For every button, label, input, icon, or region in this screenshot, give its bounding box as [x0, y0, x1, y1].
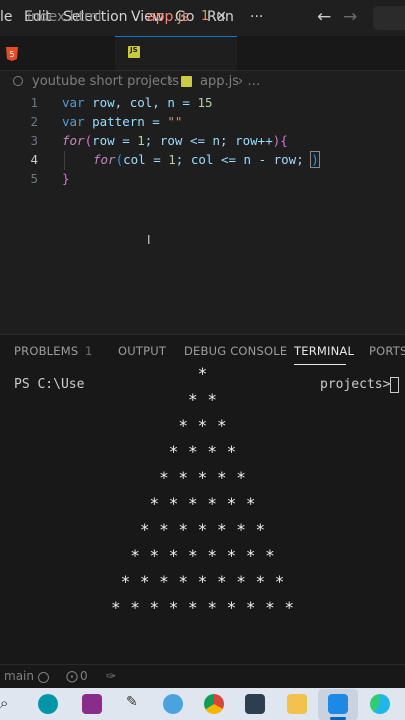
code-line-5: } — [62, 171, 70, 186]
line-number: 2 — [30, 114, 38, 129]
line-number: 5 — [30, 171, 38, 186]
remote-icon: ✑ — [106, 669, 117, 683]
chrome-icon[interactable] — [204, 694, 224, 714]
html5-icon: 5 — [6, 46, 18, 61]
copilot-icon — [13, 76, 23, 86]
pen-icon[interactable]: ✎ — [126, 694, 138, 710]
pattern-row: * * * * * * — [149, 494, 256, 513]
tab-terminal[interactable]: TERMINAL — [294, 344, 354, 358]
pattern-row: * * * * * * * * * — [120, 572, 285, 591]
line-number: 3 — [30, 133, 38, 148]
back-arrow-icon[interactable]: ← — [317, 7, 331, 27]
branch-name[interactable]: main — [4, 669, 34, 683]
menu-file[interactable]: le — [0, 9, 13, 25]
pattern-row: * * * * * * * * * * — [110, 598, 295, 617]
indent-guide — [64, 151, 65, 170]
sync-icon[interactable] — [38, 672, 49, 683]
pattern-row: * * — [188, 390, 217, 409]
search-icon[interactable]: ⌕ — [0, 694, 8, 712]
status-bar — [0, 664, 405, 689]
ports-icon: ⨀ — [66, 669, 78, 683]
file-explorer-icon[interactable] — [287, 694, 307, 714]
arduino-icon[interactable] — [38, 694, 58, 714]
breadcrumb-file[interactable]: app.js — [200, 74, 239, 89]
magnifier-icon[interactable] — [163, 694, 183, 714]
code-line-2: var pattern = "" — [62, 114, 183, 129]
command-center[interactable] — [373, 6, 405, 30]
ports-count[interactable]: 0 — [80, 669, 88, 683]
menu-more[interactable]: ··· — [250, 9, 263, 25]
js-icon: JS — [128, 46, 140, 58]
pattern-row: * * * * * — [159, 468, 246, 487]
tab-output[interactable]: OUTPUT — [118, 344, 166, 358]
svg-text:5: 5 — [9, 50, 14, 59]
code-line-4: for(col = 1; col <= n - row; ) — [93, 151, 320, 168]
active-tab-indicator — [294, 364, 346, 365]
pattern-row: * * * * — [168, 442, 237, 461]
edge-icon[interactable] — [370, 694, 390, 714]
vscode-icon[interactable] — [328, 694, 348, 714]
close-icon[interactable]: ✕ — [216, 9, 227, 24]
pattern-row: * * * * * * * — [139, 520, 266, 539]
forward-arrow-icon[interactable]: → — [343, 7, 357, 27]
pattern-row: * * * * * * * * — [130, 546, 275, 565]
text-cursor-icon: I — [147, 233, 151, 247]
code-line-3: for(row = 1; row <= n; row++){ — [62, 133, 288, 148]
winrar-icon[interactable] — [82, 694, 102, 714]
pattern-row: * — [197, 364, 208, 383]
breadcrumb-folder[interactable]: youtube short projects — [32, 74, 179, 89]
tab-index-html[interactable]: index.html — [27, 9, 102, 25]
app-s-icon[interactable] — [245, 694, 265, 714]
tab-ports[interactable]: PORTS — [369, 344, 405, 358]
line-number-active: 4 — [30, 152, 38, 167]
tab-app-js-label: app.js — [147, 9, 189, 25]
tab-debug-console[interactable]: DEBUG CONSOLE — [184, 344, 287, 358]
pattern-row: * * * — [178, 416, 227, 435]
problem-count-badge: 1 — [201, 9, 210, 24]
breadcrumb-separator: › — [168, 74, 174, 89]
breadcrumb-trail: › … — [238, 74, 261, 89]
line-number: 1 — [30, 95, 38, 110]
problems-count: 1 — [85, 344, 93, 358]
breadcrumb-js-icon — [181, 76, 192, 87]
tab-problems[interactable]: PROBLEMS — [14, 344, 78, 358]
code-line-1: var row, col, n = 15 — [62, 95, 213, 110]
